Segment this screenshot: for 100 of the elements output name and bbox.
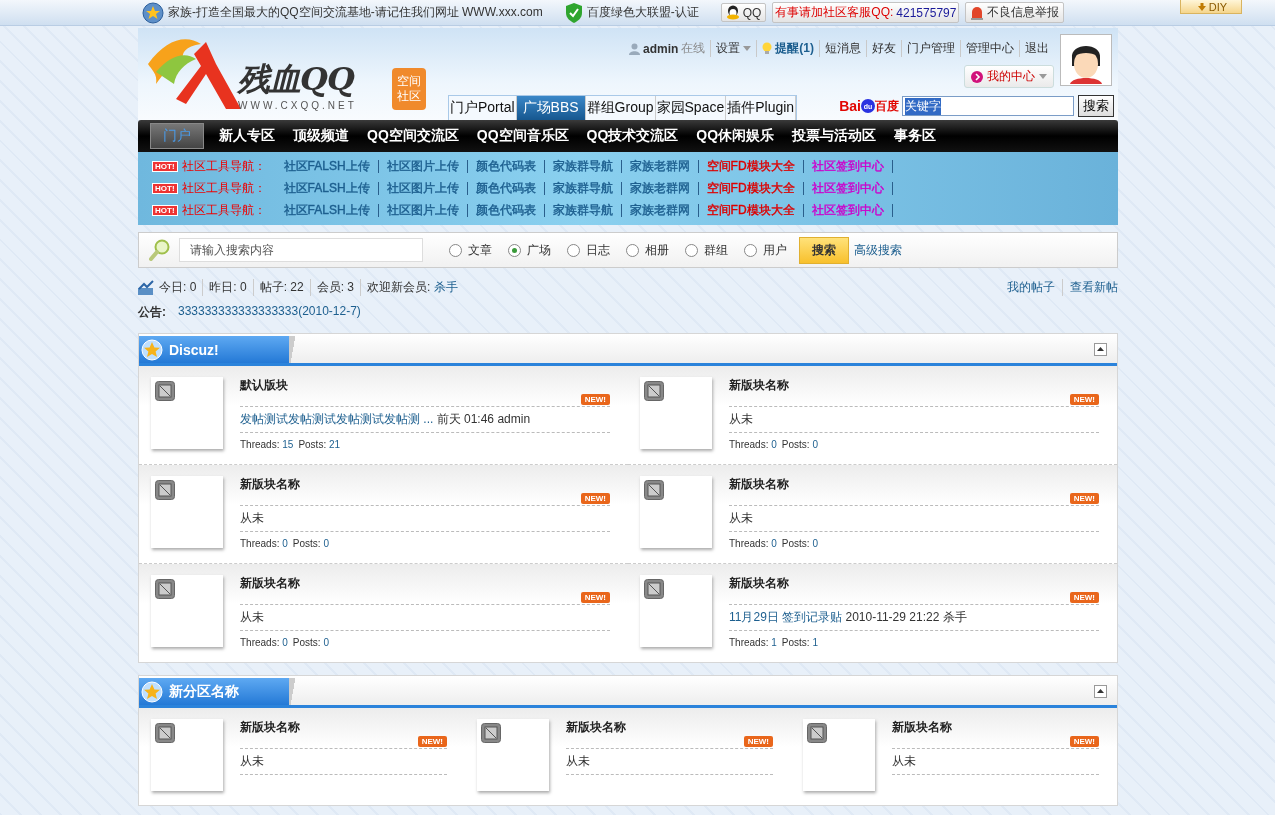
tool-link[interactable]: 社区图片上传	[378, 204, 468, 218]
keyword-field[interactable]: 关键字	[902, 96, 1074, 116]
post-link[interactable]: 查看新帖	[1062, 278, 1118, 296]
stat-text: 今日: 0	[158, 278, 198, 296]
user-icon	[629, 42, 640, 55]
search-type-radio[interactable]: 相册	[626, 241, 669, 259]
forum-icon	[644, 381, 664, 401]
last-post-text: 从未	[729, 406, 1099, 433]
username-link[interactable]: admin	[643, 41, 679, 56]
collapse-toggle-icon[interactable]	[1094, 343, 1107, 356]
nav-item[interactable]: 投票与活动区	[783, 123, 886, 149]
header-link[interactable]: 好友	[872, 40, 896, 57]
forum-name[interactable]: 新版块名称	[729, 377, 1099, 394]
forum-icon	[155, 480, 175, 500]
forum-name[interactable]: 新版块名称	[240, 575, 610, 592]
nav-item[interactable]: QQ空间音乐区	[467, 123, 578, 149]
header-link[interactable]: 门户管理	[907, 40, 955, 57]
new-badge: NEW!	[1069, 592, 1099, 603]
nav-item[interactable]: QQ休闲娱乐	[687, 123, 784, 149]
forum-stats: Threads: 1 Posts: 1	[729, 637, 819, 648]
nav-item[interactable]: QQ技术交流区	[577, 123, 688, 149]
forum-name[interactable]: 新版块名称	[240, 476, 610, 493]
forum-stats: Threads: 0 Posts: 0	[729, 439, 819, 450]
report-button[interactable]: 不良信息举报	[965, 2, 1065, 23]
tool-link[interactable]: 颜色代码表	[467, 182, 545, 195]
announcement-link[interactable]: 333333333333333333(2010-12-7)	[178, 304, 361, 321]
forum-name[interactable]: 新版块名称	[566, 719, 773, 736]
search-type-radio[interactable]: 用户	[744, 241, 787, 259]
tool-link[interactable]: 家族老群网	[621, 182, 699, 195]
tool-link[interactable]: 家族老群网	[621, 204, 699, 218]
forum-stats: Threads: 15 Posts: 21	[240, 439, 342, 450]
settings-menu[interactable]: 设置	[716, 40, 741, 57]
download-icon	[1197, 2, 1206, 11]
forum-name[interactable]: 新版块名称	[240, 719, 447, 736]
tool-link[interactable]: 社区图片上传	[378, 159, 468, 173]
forum-icon	[644, 480, 664, 500]
logo-name[interactable]: 残血QQ	[238, 58, 354, 102]
my-center-menu[interactable]: 我的中心	[964, 65, 1054, 88]
tool-link[interactable]: 颜色代码表	[467, 204, 545, 218]
tool-link[interactable]: 社区图片上传	[378, 182, 468, 195]
nav-item[interactable]: 事务区	[885, 123, 946, 149]
tools-label: 社区工具导航：	[181, 180, 266, 197]
search-type-radio[interactable]: 日志	[567, 241, 610, 259]
search-type-radio[interactable]: 广场	[508, 241, 551, 259]
search-button[interactable]: 搜索	[799, 236, 849, 264]
diy-button[interactable]: DIY	[1180, 0, 1242, 14]
header-link[interactable]: 管理中心	[966, 40, 1014, 57]
tool-link[interactable]: 社区FALSH上传	[275, 182, 379, 195]
avatar-figure[interactable]	[1060, 34, 1112, 86]
last-post-text: 发帖测试发帖测试发帖测试发帖测 ... 前天 01:46 admin	[240, 406, 610, 433]
tool-link[interactable]: 颜色代码表	[467, 159, 545, 173]
tool-link[interactable]: 家族群导航	[544, 159, 622, 173]
advanced-search-link[interactable]: 高级搜索	[854, 241, 902, 259]
channel-tab[interactable]: 广场BBS	[516, 96, 586, 120]
alliance-link[interactable]: 百度绿色大联盟-认证	[586, 4, 699, 21]
forum-stats: Threads: 0 Posts: 0	[729, 538, 819, 549]
qq-button[interactable]: QQ	[720, 3, 767, 22]
search-icon	[149, 239, 171, 261]
new-badge: NEW!	[580, 394, 610, 405]
forum-name[interactable]: 新版块名称	[729, 476, 1099, 493]
tool-link[interactable]: 家族群导航	[544, 204, 622, 218]
forum-icon	[644, 579, 664, 599]
new-badge: NEW!	[580, 493, 610, 504]
last-post-link[interactable]: 11月29日 签到记录贴	[729, 610, 843, 624]
tools-label: 社区工具导航：	[181, 202, 266, 220]
forum-icon	[481, 723, 501, 743]
search-type-radio[interactable]: 群组	[685, 241, 728, 259]
tool-link[interactable]: 家族老群网	[621, 159, 699, 173]
post-link[interactable]: 我的帖子	[1000, 278, 1055, 296]
forum-name[interactable]: 默认版块	[240, 377, 610, 394]
new-badge: NEW!	[417, 736, 447, 747]
bulb-icon	[762, 42, 773, 55]
member-link[interactable]: 杀手	[433, 279, 458, 294]
search-button[interactable]: 搜索	[1078, 95, 1114, 117]
header-link[interactable]: 短消息	[825, 40, 861, 57]
new-member-text: 欢迎新会员: 杀手	[360, 278, 464, 296]
announcement-label: 公告:	[138, 304, 166, 321]
online-status: 在线	[681, 40, 706, 57]
last-post-text: 从未	[240, 604, 610, 631]
notice-link[interactable]: 提醒(1)	[775, 40, 814, 57]
service-qq-text: 有事请加社区客服QQ: 421575797	[772, 2, 960, 23]
last-post-link[interactable]: 发帖测试发帖测试发帖测试发帖测 ...	[240, 412, 434, 426]
search-type-radio[interactable]: 文章	[449, 241, 492, 259]
nav-item[interactable]: QQ空间交流区	[358, 123, 468, 149]
caret-icon	[743, 46, 752, 51]
arrow-circle-icon	[971, 70, 983, 83]
nav-item[interactable]: 新人专区	[210, 123, 284, 149]
forum-name[interactable]: 新版块名称	[892, 719, 1099, 736]
collapse-toggle-icon[interactable]	[1094, 685, 1107, 698]
header-link[interactable]: 退出	[1025, 40, 1049, 57]
site-slogan[interactable]: 家族-打造全国最大的QQ空间交流基地-请记住我们网址 WWW.xxx.com	[168, 4, 543, 21]
forum-stats: Threads: 0 Posts: 0	[240, 637, 330, 648]
tool-link[interactable]: 家族群导航	[544, 182, 622, 195]
tool-link[interactable]: 社区FALSH上传	[275, 159, 379, 173]
last-post-text: 从未	[566, 748, 773, 775]
tool-link[interactable]: 社区FALSH上传	[275, 204, 379, 218]
forum-name[interactable]: 新版块名称	[729, 575, 1099, 592]
nav-item[interactable]: 顶级频道	[284, 123, 358, 149]
search-field[interactable]: 请输入搜索内容	[179, 238, 423, 262]
last-post-text: 从未	[240, 505, 610, 532]
